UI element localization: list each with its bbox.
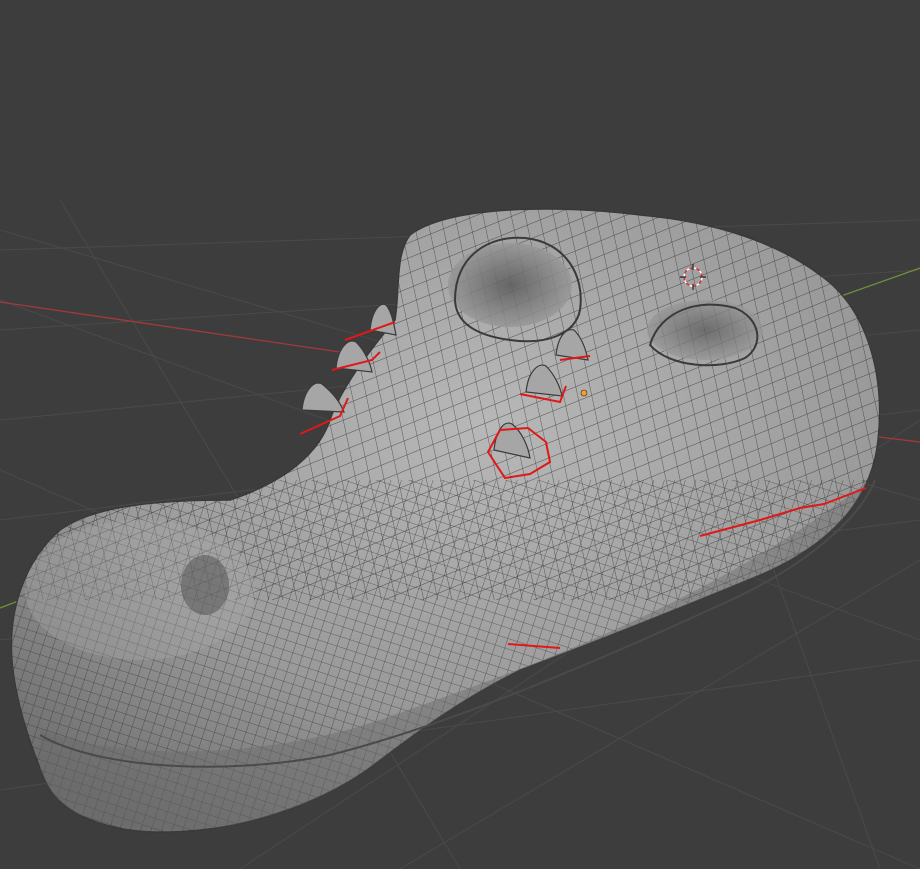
- object-origin-icon: [580, 389, 588, 397]
- crocodile-head-mesh[interactable]: [0, 200, 920, 869]
- 3d-viewport[interactable]: [0, 0, 920, 869]
- viewport-canvas[interactable]: [0, 0, 920, 869]
